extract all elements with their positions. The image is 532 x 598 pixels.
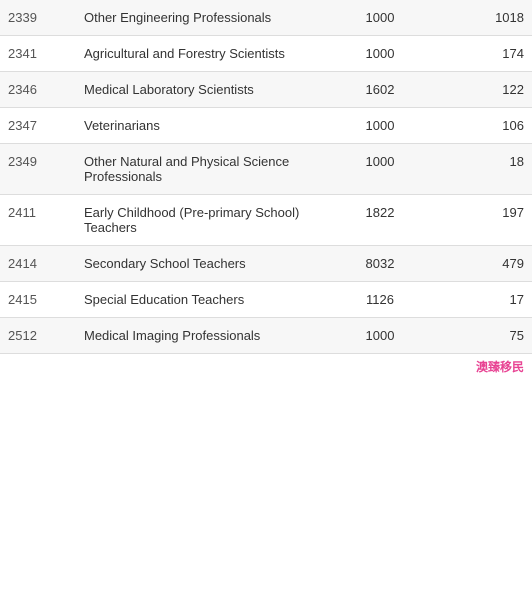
col3-cell: 1000: [326, 108, 435, 144]
col3-cell: 1126: [326, 282, 435, 318]
col3-cell: 1000: [326, 36, 435, 72]
code-cell: 2347: [0, 108, 76, 144]
code-cell: 2346: [0, 72, 76, 108]
code-cell: 2415: [0, 282, 76, 318]
code-cell: 2414: [0, 246, 76, 282]
col4-cell: 122: [434, 72, 532, 108]
table-row: 2346Medical Laboratory Scientists1602122: [0, 72, 532, 108]
col4-cell: 197: [434, 195, 532, 246]
col4-cell: 17: [434, 282, 532, 318]
table-row: 2339Other Engineering Professionals10001…: [0, 0, 532, 36]
table-row: 2411Early Childhood (Pre-primary School)…: [0, 195, 532, 246]
col4-cell: 1018: [434, 0, 532, 36]
col3-cell: 1000: [326, 318, 435, 354]
watermark-text: 澳臻移民: [0, 354, 532, 379]
col4-cell: 106: [434, 108, 532, 144]
label-cell: Medical Imaging Professionals: [76, 318, 326, 354]
col4-cell: 174: [434, 36, 532, 72]
col3-cell: 1822: [326, 195, 435, 246]
table-row: 2415Special Education Teachers112617: [0, 282, 532, 318]
col3-cell: 1000: [326, 0, 435, 36]
table-row: 2341Agricultural and Forestry Scientists…: [0, 36, 532, 72]
label-cell: Veterinarians: [76, 108, 326, 144]
code-cell: 2341: [0, 36, 76, 72]
table-row: 2347Veterinarians1000106: [0, 108, 532, 144]
table-row: 2414Secondary School Teachers8032479: [0, 246, 532, 282]
table-row: 2512Medical Imaging Professionals100075: [0, 318, 532, 354]
col3-cell: 1602: [326, 72, 435, 108]
label-cell: Agricultural and Forestry Scientists: [76, 36, 326, 72]
label-cell: Secondary School Teachers: [76, 246, 326, 282]
label-cell: Other Engineering Professionals: [76, 0, 326, 36]
label-cell: Other Natural and Physical Science Profe…: [76, 144, 326, 195]
col4-cell: 479: [434, 246, 532, 282]
code-cell: 2339: [0, 0, 76, 36]
label-cell: Early Childhood (Pre-primary School) Tea…: [76, 195, 326, 246]
col4-cell: 75: [434, 318, 532, 354]
label-cell: Special Education Teachers: [76, 282, 326, 318]
code-cell: 2349: [0, 144, 76, 195]
col4-cell: 18: [434, 144, 532, 195]
table-row: 2349Other Natural and Physical Science P…: [0, 144, 532, 195]
col3-cell: 1000: [326, 144, 435, 195]
col3-cell: 8032: [326, 246, 435, 282]
data-table: 2339Other Engineering Professionals10001…: [0, 0, 532, 354]
label-cell: Medical Laboratory Scientists: [76, 72, 326, 108]
code-cell: 2411: [0, 195, 76, 246]
code-cell: 2512: [0, 318, 76, 354]
